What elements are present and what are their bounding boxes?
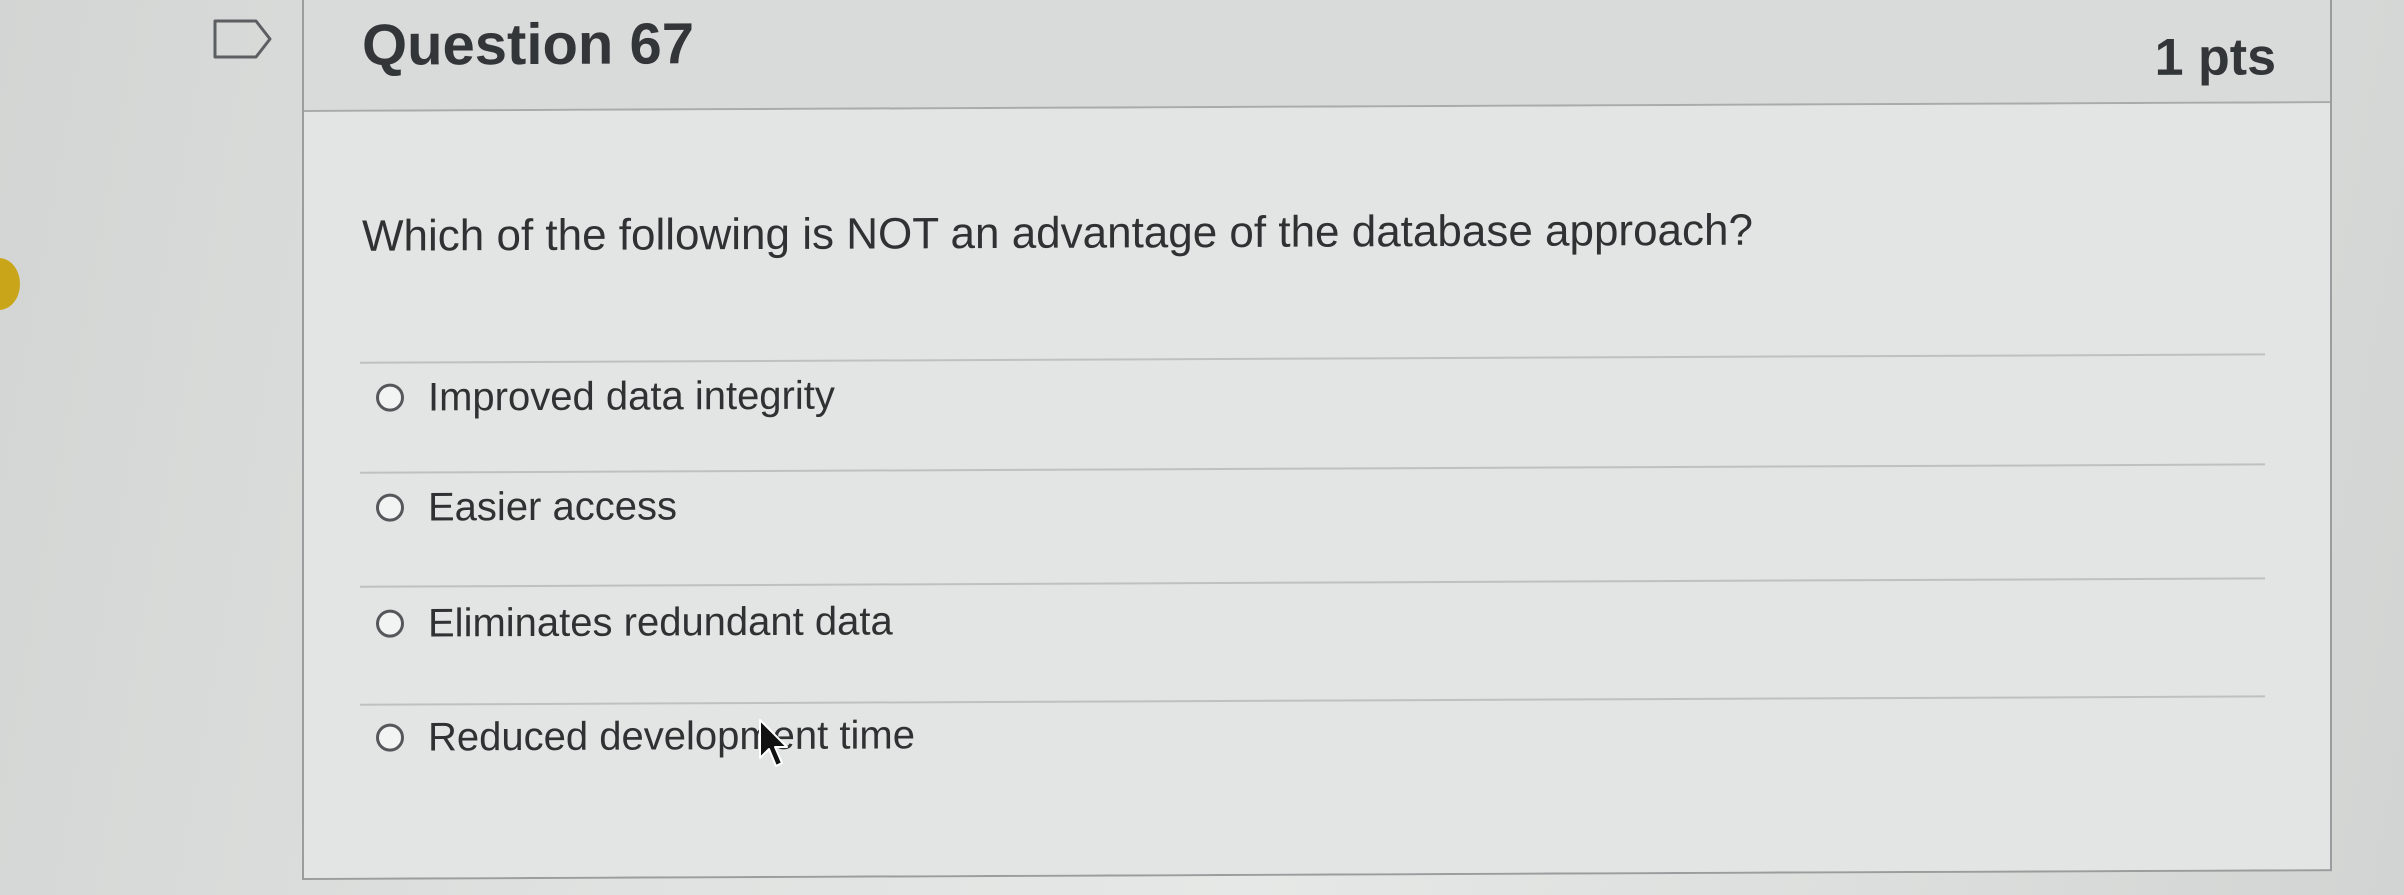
question-header: Question 67 1 pts bbox=[304, 0, 2330, 112]
radio-button-icon[interactable] bbox=[376, 493, 404, 522]
question-title: Question 67 bbox=[362, 11, 694, 78]
answer-option-4[interactable]: Reduced development time bbox=[376, 705, 915, 767]
question-card: Question 67 1 pts Which of the following… bbox=[302, 0, 2332, 881]
question-body: Which of the following is NOT an advanta… bbox=[304, 103, 2330, 878]
mouse-pointer-icon bbox=[759, 719, 788, 767]
answer-label: Easier access bbox=[428, 483, 677, 529]
answer-divider bbox=[360, 463, 2265, 474]
radio-button-icon[interactable] bbox=[376, 609, 404, 638]
radio-button-icon[interactable] bbox=[376, 383, 404, 412]
answer-divider bbox=[360, 577, 2265, 588]
answer-label: Improved data integrity bbox=[428, 373, 835, 419]
answer-divider bbox=[360, 695, 2265, 706]
answer-divider bbox=[360, 353, 2265, 364]
question-text: Which of the following is NOT an advanta… bbox=[362, 205, 1753, 261]
question-points: 1 pts bbox=[2154, 28, 2276, 87]
radio-button-icon[interactable] bbox=[376, 723, 404, 752]
answer-label: Eliminates redundant data bbox=[428, 598, 893, 645]
answer-option-3[interactable]: Eliminates redundant data bbox=[376, 591, 893, 653]
answer-option-1[interactable]: Improved data integrity bbox=[376, 366, 835, 428]
answer-option-2[interactable]: Easier access bbox=[376, 476, 677, 537]
answer-label: Reduced development time bbox=[428, 712, 915, 759]
bookmark-flag-icon[interactable] bbox=[212, 18, 274, 60]
